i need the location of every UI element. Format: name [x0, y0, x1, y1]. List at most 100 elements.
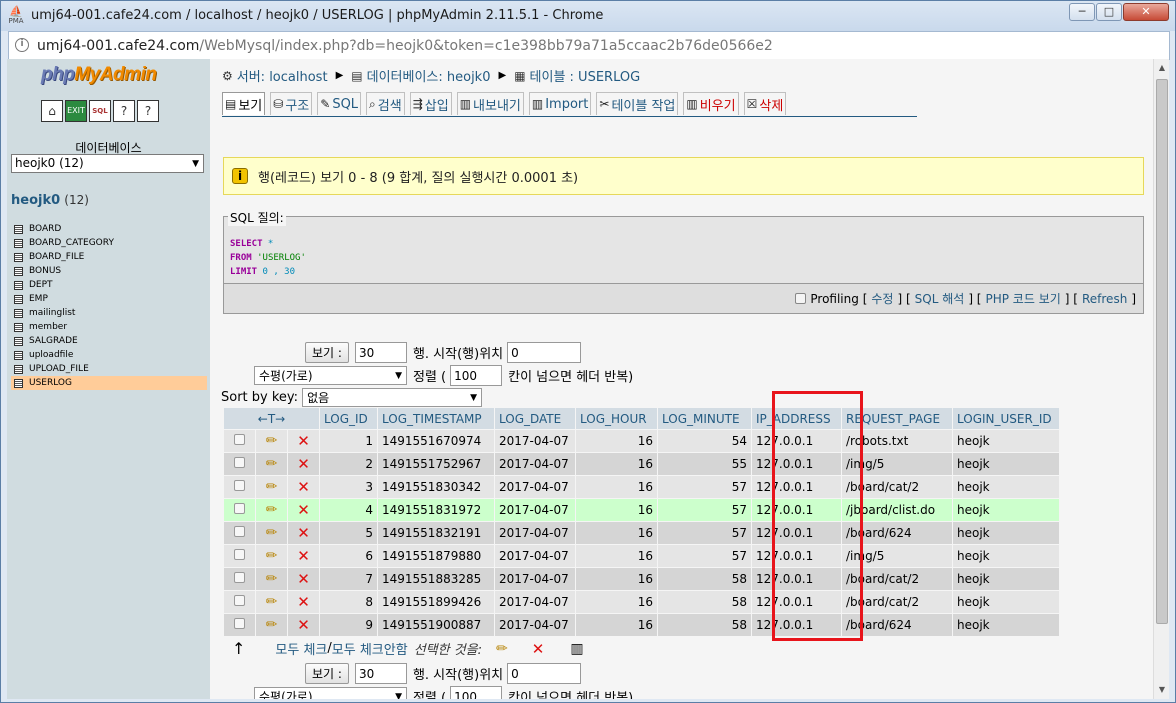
col-header-log-hour[interactable]: LOG_HOUR — [576, 408, 657, 429]
edit-pencil-icon[interactable]: ✏ — [266, 571, 278, 587]
delete-x-icon[interactable]: ✕ — [297, 616, 310, 634]
explain-sql-link[interactable]: SQL 해석 — [915, 290, 965, 307]
delete-x-icon[interactable]: ✕ — [297, 524, 310, 542]
row-checkbox[interactable] — [234, 526, 245, 537]
edit-pencil-icon[interactable]: ✏ — [266, 456, 278, 472]
table-icon[interactable] — [14, 294, 23, 304]
table-item-upload-file[interactable]: UPLOAD_FILE — [11, 362, 207, 376]
delete-x-icon[interactable]: ✕ — [297, 501, 310, 519]
query-window-icon[interactable]: SQL — [89, 100, 111, 122]
repeat-header-input-bottom[interactable]: 100 — [450, 686, 503, 699]
col-header-request-page[interactable]: REQUEST_PAGE — [842, 408, 952, 429]
delete-x-icon[interactable]: ✕ — [297, 593, 310, 611]
table-icon[interactable] — [14, 350, 23, 360]
tab-structure[interactable]: ⛁ 구조 — [270, 92, 313, 115]
edit-pencil-icon[interactable]: ✏ — [266, 594, 278, 610]
row-checkbox[interactable] — [234, 503, 245, 514]
delete-x-icon[interactable]: ✕ — [297, 570, 310, 588]
col-header-log-timestamp[interactable]: LOG_TIMESTAMP — [378, 408, 494, 429]
refresh-link[interactable]: Refresh — [1082, 292, 1127, 306]
close-button[interactable]: ✕ — [1123, 3, 1169, 21]
table-icon[interactable] — [14, 308, 23, 318]
delete-x-icon[interactable]: ✕ — [297, 432, 310, 450]
delete-x-icon[interactable]: ✕ — [297, 455, 310, 473]
table-icon[interactable] — [14, 266, 23, 276]
tab-operations[interactable]: ✂ 테이블 작업 — [596, 92, 679, 115]
table-item-bonus[interactable]: BONUS — [11, 264, 207, 278]
breadcrumb-database[interactable]: 데이터베이스: heojk0 — [367, 66, 491, 85]
edit-pencil-icon[interactable]: ✏ — [266, 433, 278, 449]
edit-pencil-icon[interactable]: ✏ — [266, 548, 278, 564]
table-item-uploadfile[interactable]: uploadfile — [11, 348, 207, 362]
table-icon[interactable] — [14, 280, 23, 290]
table-item-board-file[interactable]: BOARD_FILE — [11, 250, 207, 264]
col-header-ip-address[interactable]: IP_ADDRESS — [752, 408, 841, 429]
tab-import[interactable]: ▥ Import — [528, 92, 592, 115]
mode-select[interactable]: 수평(가로) ▼ — [254, 366, 407, 385]
edit-pencil-icon[interactable]: ✏ — [266, 502, 278, 518]
delete-x-icon[interactable]: ✕ — [297, 547, 310, 565]
table-icon[interactable] — [14, 336, 23, 346]
show-button-bottom[interactable]: 보기 : — [305, 663, 349, 684]
minimize-button[interactable]: ─ — [1069, 3, 1095, 21]
row-checkbox[interactable] — [234, 434, 245, 445]
profiling-checkbox[interactable] — [795, 293, 807, 304]
row-checkbox[interactable] — [234, 480, 245, 491]
table-item-emp[interactable]: EMP — [11, 292, 207, 306]
info-icon[interactable]: i — [15, 38, 29, 52]
column-resize-arrows-icon[interactable]: ←T→ — [224, 408, 319, 429]
address-bar[interactable]: i umj64-001.cafe24.com/WebMysql/index.ph… — [8, 31, 1170, 60]
tab-sql[interactable]: ✎ SQL — [317, 92, 362, 115]
table-icon[interactable] — [14, 238, 23, 248]
vertical-scrollbar[interactable]: ▲ ▼ — [1153, 59, 1169, 699]
table-item-userlog[interactable]: USERLOG — [11, 376, 207, 390]
tab-browse[interactable]: ▤ 보기 — [222, 92, 266, 115]
start-row-input-bottom[interactable]: 0 — [507, 663, 582, 684]
mysql-docs-icon[interactable]: ? — [137, 100, 159, 122]
table-icon[interactable] — [14, 224, 23, 234]
table-item-board[interactable]: BOARD — [11, 222, 207, 236]
breadcrumb-table[interactable]: 테이블 : USERLOG — [530, 66, 641, 85]
table-item-mailinglist[interactable]: mailinglist — [11, 306, 207, 320]
col-header-log-minute[interactable]: LOG_MINUTE — [658, 408, 751, 429]
exit-icon[interactable]: EXIT — [65, 100, 87, 122]
home-icon[interactable]: ⌂ — [41, 100, 63, 122]
scroll-thumb[interactable] — [1156, 79, 1168, 624]
edit-pencil-icon[interactable]: ✏ — [266, 617, 278, 633]
edit-pencil-icon[interactable]: ✏ — [266, 479, 278, 495]
table-icon[interactable] — [14, 252, 23, 262]
row-checkbox[interactable] — [234, 549, 245, 560]
bulk-edit-pencil-icon[interactable]: ✏ — [496, 641, 508, 657]
table-icon[interactable] — [14, 378, 23, 388]
row-checkbox[interactable] — [234, 595, 245, 606]
scroll-up-arrow-icon[interactable]: ▲ — [1156, 61, 1168, 75]
url-text[interactable]: umj64-001.cafe24.com/WebMysql/index.php?… — [37, 38, 773, 54]
edit-pencil-icon[interactable]: ✏ — [266, 525, 278, 541]
docs-icon[interactable]: ? — [113, 100, 135, 122]
edit-query-link[interactable]: 수정 — [871, 290, 893, 307]
start-row-input[interactable]: 0 — [507, 342, 582, 363]
table-item-dept[interactable]: DEPT — [11, 278, 207, 292]
bulk-delete-x-icon[interactable]: ✕ — [532, 640, 545, 658]
table-icon[interactable] — [14, 322, 23, 332]
scroll-down-arrow-icon[interactable]: ▼ — [1156, 683, 1168, 697]
row-checkbox[interactable] — [234, 457, 245, 468]
tab-empty[interactable]: ▥ 비우기 — [683, 92, 739, 115]
php-code-link[interactable]: PHP 코드 보기 — [986, 290, 1061, 307]
tab-insert[interactable]: ⇶ 삽입 — [409, 92, 452, 115]
uncheck-all-link[interactable]: 모두 체크안함 — [332, 639, 408, 658]
phpmyadmin-logo[interactable]: phpMyAdmin — [41, 64, 157, 86]
mode-select-bottom[interactable]: 수평(가로) ▼ — [254, 687, 407, 699]
maximize-button[interactable]: □ — [1096, 3, 1122, 21]
show-button[interactable]: 보기 : — [305, 342, 349, 363]
delete-x-icon[interactable]: ✕ — [297, 478, 310, 496]
table-item-board-category[interactable]: BOARD_CATEGORY — [11, 236, 207, 250]
col-header-log-date[interactable]: LOG_DATE — [495, 408, 575, 429]
tab-drop[interactable]: ☒ 삭제 — [743, 92, 787, 115]
database-name-link[interactable]: heojk0 — [11, 193, 60, 208]
table-item-member[interactable]: member — [11, 320, 207, 334]
tab-search[interactable]: ⌕ 검색 — [366, 92, 405, 115]
tab-export[interactable]: ▥ 내보내기 — [456, 92, 524, 115]
row-checkbox[interactable] — [234, 572, 245, 583]
database-link[interactable]: heojk0 (12) — [11, 193, 89, 208]
